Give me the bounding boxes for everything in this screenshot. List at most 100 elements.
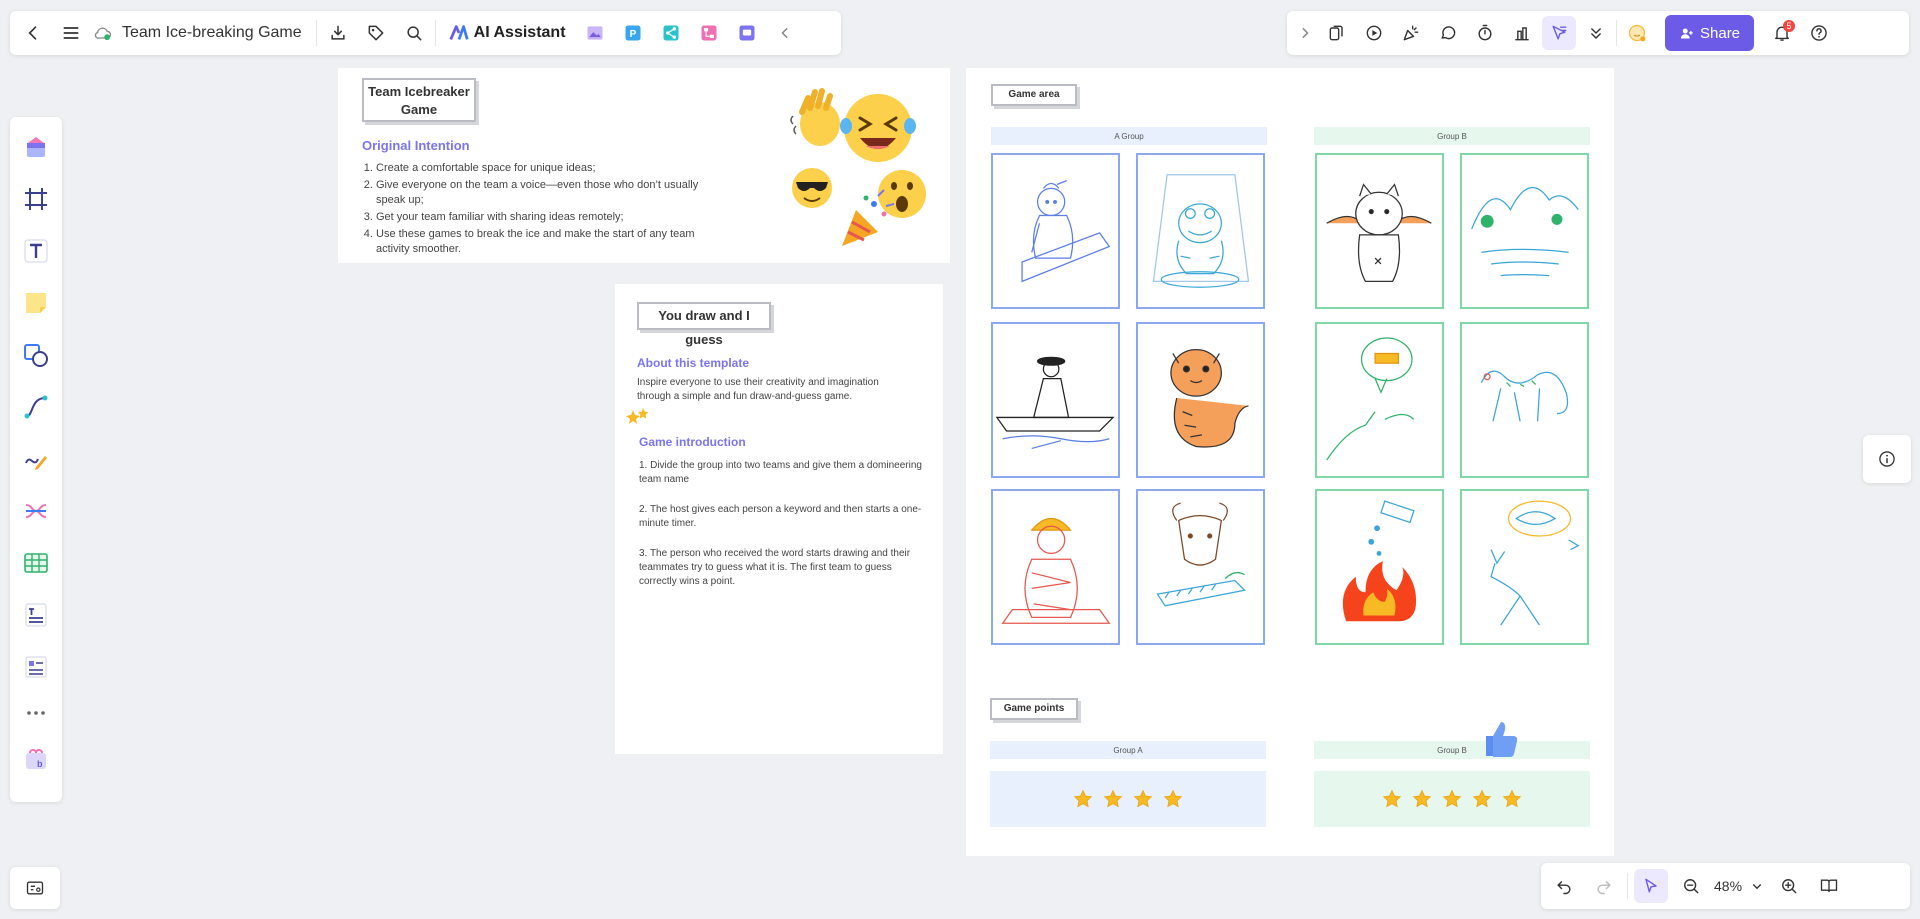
- game-step: 1. Divide the group into two teams and g…: [639, 460, 922, 485]
- emoji-stickers: [790, 88, 926, 246]
- intro-board[interactable]: Team Icebreaker Game Original Intention …: [338, 68, 950, 263]
- bottom-right-toolbar: 48%: [1541, 863, 1910, 909]
- search-icon[interactable]: [397, 16, 431, 50]
- game-board[interactable]: Game area A Group Group B Game points Gr…: [966, 68, 1614, 856]
- drawing-card-ox-piano[interactable]: [1136, 489, 1265, 645]
- text-icon[interactable]: [16, 227, 56, 275]
- mind-map-icon[interactable]: [16, 487, 56, 535]
- sticky-note-icon[interactable]: [16, 279, 56, 327]
- tag-icon[interactable]: [359, 16, 393, 50]
- expand-chevron-icon[interactable]: [1293, 16, 1317, 50]
- drawing-card-landscape[interactable]: [1460, 153, 1589, 309]
- sketch-winged-cat-icon: [1326, 183, 1432, 283]
- pen-icon[interactable]: [16, 435, 56, 483]
- info-icon: [1879, 451, 1895, 467]
- notification-bell-icon[interactable]: 5: [1765, 16, 1799, 50]
- top-left-toolbar: Team Ice-breaking Game AI Assistant P: [10, 11, 841, 55]
- ai-presentation-icon[interactable]: P: [616, 16, 650, 50]
- thumbs-up-icon: [1486, 722, 1518, 757]
- drawing-card-fire-water[interactable]: [1315, 489, 1444, 645]
- ai-assistant-label: AI Assistant: [473, 24, 566, 41]
- document-title[interactable]: Team Ice-breaking Game: [122, 24, 302, 42]
- divider: [1616, 20, 1617, 46]
- drawing-card-deer-fish[interactable]: [1460, 489, 1589, 645]
- templates-icon[interactable]: [1320, 16, 1354, 50]
- table-icon[interactable]: [16, 539, 56, 587]
- comment-icon[interactable]: [1431, 16, 1465, 50]
- select-cursor-icon[interactable]: [1634, 869, 1668, 903]
- kanban-icon[interactable]: [16, 643, 56, 691]
- shapes-icon[interactable]: [16, 331, 56, 379]
- zoom-level[interactable]: 48%: [1714, 878, 1742, 894]
- score-star-icon: [1502, 789, 1522, 808]
- zoom-in-icon[interactable]: [1772, 869, 1806, 903]
- drawing-card-frog[interactable]: [1136, 153, 1265, 309]
- apps-icon[interactable]: b: [16, 735, 56, 783]
- more-tools-icon[interactable]: [16, 695, 56, 731]
- score-star-icon: [1382, 789, 1402, 808]
- follow-cursor-icon[interactable]: [1542, 16, 1576, 50]
- template-library-icon[interactable]: [16, 123, 56, 171]
- ai-assistant-button[interactable]: AI Assistant: [440, 16, 574, 50]
- list-item: Get your team familiar with sharing idea…: [376, 210, 720, 225]
- drawing-card-snake[interactable]: [1460, 322, 1589, 478]
- ai-flowchart-icon[interactable]: [692, 16, 726, 50]
- surprised-face-icon: [878, 170, 926, 218]
- zoom-out-icon[interactable]: [1674, 869, 1708, 903]
- drawing-card-fisherman-writing[interactable]: [991, 153, 1120, 309]
- frame-icon[interactable]: [16, 175, 56, 223]
- more-chevron-icon[interactable]: [1579, 16, 1613, 50]
- svg-text:P: P: [629, 29, 636, 40]
- sketch-ox-icon: [1156, 502, 1246, 607]
- divider: [1627, 873, 1628, 899]
- sketch-hand-gold-icon: [1326, 337, 1415, 461]
- sunglasses-face-icon: [792, 168, 832, 208]
- left-toolbar: b: [10, 117, 62, 802]
- bottom-left-toolbar: [10, 867, 60, 909]
- ai-logo-icon: [449, 25, 469, 40]
- game-step: 2. The host gives each person a keyword …: [639, 504, 922, 529]
- help-icon[interactable]: [1802, 16, 1836, 50]
- divider: [315, 20, 317, 46]
- redo-icon[interactable]: [1587, 869, 1621, 903]
- drawing-card-winged-cat[interactable]: [1315, 153, 1444, 309]
- drawing-card-baby[interactable]: [991, 489, 1120, 645]
- connector-icon[interactable]: [16, 383, 56, 431]
- score-star-icon: [1472, 789, 1492, 808]
- undo-icon[interactable]: [1547, 869, 1581, 903]
- drawing-card-boat[interactable]: [991, 322, 1120, 478]
- sparkle-stars-icon: [626, 408, 649, 424]
- share-button[interactable]: Share: [1665, 15, 1755, 51]
- back-icon[interactable]: [16, 16, 50, 50]
- text-document-icon[interactable]: [16, 591, 56, 639]
- drawing-card-gold-hand[interactable]: [1315, 322, 1444, 478]
- about-heading: About this template: [637, 356, 750, 370]
- cloud-saved-icon: [92, 16, 114, 50]
- layers-panel-icon[interactable]: [18, 871, 52, 905]
- zoom-dropdown-icon[interactable]: [1748, 869, 1766, 903]
- collapse-chevron-icon[interactable]: [768, 16, 802, 50]
- ai-mindmap-icon[interactable]: [654, 16, 688, 50]
- points-group-a-header: Group A: [990, 741, 1266, 759]
- book-view-icon[interactable]: [1812, 869, 1846, 903]
- present-icon[interactable]: [1357, 16, 1391, 50]
- drawing-card-tiger[interactable]: [1136, 322, 1265, 478]
- guess-board[interactable]: You draw and I guess About this template…: [615, 284, 943, 754]
- celebrate-icon[interactable]: [1394, 16, 1428, 50]
- laughing-face-icon: [840, 94, 916, 162]
- notification-count-badge: 5: [1783, 20, 1796, 32]
- ai-chat-icon[interactable]: [730, 16, 764, 50]
- ai-image-icon[interactable]: [578, 16, 612, 50]
- download-icon[interactable]: [321, 16, 355, 50]
- timer-icon[interactable]: [1468, 16, 1502, 50]
- sketch-fire-icon: [1342, 500, 1417, 622]
- user-avatar[interactable]: [1620, 16, 1654, 50]
- menu-icon[interactable]: [54, 16, 88, 50]
- group-a-stars[interactable]: [990, 771, 1266, 827]
- game-points-label: Game points: [990, 698, 1078, 720]
- sketch-tiger-icon: [1170, 348, 1249, 448]
- vote-icon[interactable]: [1505, 16, 1539, 50]
- group-b-stars[interactable]: [1314, 771, 1590, 827]
- info-button[interactable]: [1863, 435, 1911, 483]
- list-item: Use these games to break the ice and mak…: [376, 227, 720, 257]
